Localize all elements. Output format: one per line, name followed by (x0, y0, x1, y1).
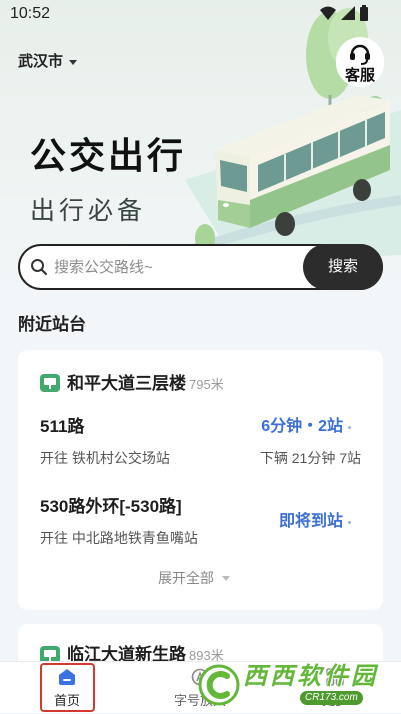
customer-service-label: 客服 (344, 67, 375, 84)
status-time: 10:52 (10, 5, 51, 22)
realtime-indicator-icon (348, 521, 351, 524)
route-next-bus: 下辆 21分钟 7站 (259, 450, 361, 466)
station-name: 和平大道三层楼 (67, 374, 186, 393)
headset-icon (350, 44, 370, 65)
route-eta: 即将到站 (278, 513, 343, 530)
hero-title: 公交出行 (30, 135, 187, 176)
route-direction: 开往 中北路地铁青鱼嘴站 (40, 530, 198, 546)
station-header[interactable]: 和平大道三层楼 795米 (67, 373, 224, 396)
watermark-brand: 西西软件园 (243, 663, 378, 690)
chevron-down-icon (222, 575, 230, 581)
station-distance: 795米 (189, 377, 224, 392)
section-title-nearby: 附近站台 (18, 315, 86, 334)
expand-all-button[interactable]: 展开全部 (158, 568, 230, 588)
watermark-site: CR173.com (300, 691, 363, 705)
signal-icon (341, 6, 355, 20)
city-label: 武汉市 (18, 53, 64, 70)
highlight-box (40, 663, 95, 712)
search-icon (31, 259, 48, 276)
route-direction: 开往 铁机村公交场站 (40, 450, 170, 466)
city-selector[interactable]: 武汉市 (18, 52, 78, 72)
wifi-icon (320, 6, 336, 20)
hero-subtitle: 出行必备 (30, 197, 147, 225)
bus-stop-icon (40, 374, 60, 392)
watermark-logo-icon (198, 664, 240, 706)
realtime-indicator-icon (348, 426, 351, 429)
customer-service-button[interactable]: 客服 (336, 37, 384, 87)
search-bar: 搜索 (18, 244, 383, 290)
station-card: 和平大道三层楼 795米 511路 开往 铁机村公交场站 6分钟・2站 下辆 21… (18, 350, 383, 610)
caret-down-icon (69, 59, 78, 65)
route-number[interactable]: 530路外环[-530路] (40, 496, 182, 518)
route-eta: 6分钟・2站 (261, 418, 343, 435)
search-button[interactable]: 搜索 (303, 244, 383, 290)
search-input[interactable] (54, 256, 294, 278)
expand-all-label: 展开全部 (158, 570, 214, 586)
battery-icon (360, 7, 368, 21)
route-number[interactable]: 511路 (40, 416, 84, 438)
status-icons (320, 5, 368, 21)
